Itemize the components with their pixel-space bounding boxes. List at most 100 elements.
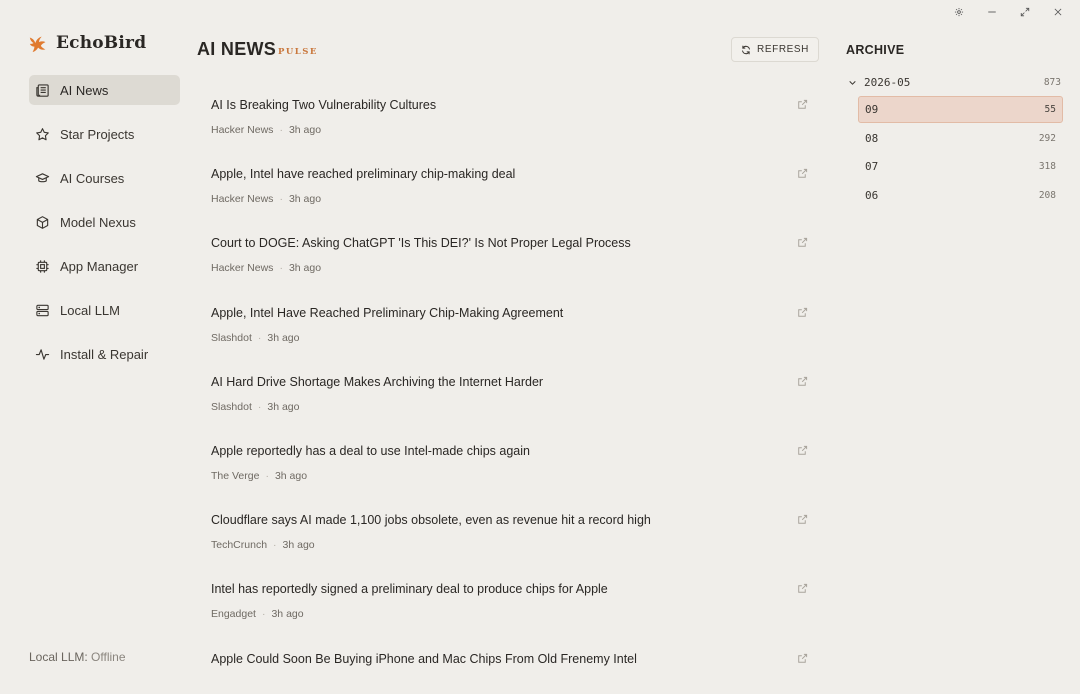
- news-meta: Hacker News · 3h ago: [211, 262, 322, 275]
- brand: EchoBird: [28, 32, 146, 54]
- bird-logo-icon: [29, 36, 46, 53]
- refresh-button[interactable]: REFRESH: [731, 37, 819, 62]
- external-link-icon[interactable]: [797, 376, 808, 387]
- sidebar-item-label: App Manager: [60, 258, 139, 274]
- news-source: Slashdot: [211, 400, 252, 413]
- sidebar-item-label: Star Projects: [60, 126, 135, 142]
- archive-month-list: 09 55 08 292 07 318 06 208: [858, 96, 1063, 210]
- news-item[interactable]: AI Is Breaking Two Vulnerability Culture…: [197, 84, 822, 153]
- page-title: AI NEWS: [197, 39, 277, 59]
- archive-month-item[interactable]: 07 318: [858, 153, 1063, 180]
- news-title[interactable]: Cloudflare says AI made 1,100 jobs obsol…: [211, 513, 651, 527]
- refresh-label: REFRESH: [757, 44, 809, 55]
- news-item[interactable]: Apple, Intel Have Reached Preliminary Ch…: [197, 292, 822, 361]
- archive-year-toggle[interactable]: 2026-05 873: [848, 74, 1061, 90]
- external-link-icon[interactable]: [797, 237, 808, 248]
- refresh-icon: [742, 45, 750, 54]
- sidebar-item-label: Install & Repair: [60, 346, 149, 362]
- news-meta: Slashdot · 3h ago: [211, 400, 300, 413]
- chip-icon: [36, 259, 49, 273]
- news-time: 3h ago: [274, 469, 308, 482]
- activity-icon: [35, 348, 50, 360]
- status-label: Local LLM:: [29, 650, 88, 664]
- news-meta: Hacker News · 3h ago: [211, 193, 322, 206]
- sidebar-item-ai-courses[interactable]: AI Courses: [29, 163, 180, 193]
- external-link-icon[interactable]: [797, 307, 808, 318]
- news-title[interactable]: Apple reportedly has a deal to use Intel…: [211, 444, 530, 458]
- server-icon: [36, 304, 49, 316]
- news-title[interactable]: Apple, Intel Have Reached Preliminary Ch…: [211, 306, 563, 320]
- news-title[interactable]: Intel has reportedly signed a preliminar…: [211, 582, 608, 596]
- news-item[interactable]: Court to DOGE: Asking ChatGPT 'Is This D…: [197, 222, 822, 291]
- archive-panel: ARCHIVE 2026-05 873 09 55 08 292 07 318 …: [846, 0, 1066, 694]
- archive-year-count: 873: [1043, 76, 1061, 88]
- news-title[interactable]: AI Hard Drive Shortage Makes Archiving t…: [211, 375, 543, 389]
- news-time: 3h ago: [288, 124, 322, 136]
- news-time: 3h ago: [288, 262, 322, 275]
- news-meta: The Verge · 3h ago: [211, 469, 308, 482]
- sidebar-nav: AI News Star Projects AI Courses Model N…: [29, 75, 180, 383]
- news-item[interactable]: AI Hard Drive Shortage Makes Archiving t…: [197, 361, 822, 430]
- news-time: 3h ago: [267, 331, 300, 344]
- news-title[interactable]: Apple, Intel have reached preliminary ch…: [211, 167, 515, 181]
- news-time: 3h ago: [271, 608, 304, 621]
- main-header: AI NEWS PULSE REFRESH: [197, 37, 822, 64]
- sidebar-item-star-projects[interactable]: Star Projects: [29, 119, 180, 149]
- sidebar-item-model-nexus[interactable]: Model Nexus: [29, 207, 180, 237]
- news-item[interactable]: Apple Could Soon Be Buying iPhone and Ma…: [197, 638, 822, 694]
- archive-month-label: 07: [865, 160, 879, 173]
- external-link-icon[interactable]: [797, 99, 808, 110]
- archive-month-count: 208: [1038, 189, 1056, 201]
- news-item[interactable]: Intel has reportedly signed a preliminar…: [197, 568, 822, 637]
- external-link-icon[interactable]: [797, 445, 808, 456]
- sidebar-item-label: Model Nexus: [60, 214, 136, 230]
- archive-month-item[interactable]: 06 208: [858, 182, 1063, 209]
- news-title[interactable]: Court to DOGE: Asking ChatGPT 'Is This D…: [211, 236, 631, 250]
- star-icon: [36, 127, 49, 140]
- news-time: 3h ago: [288, 193, 322, 206]
- news-meta: Hacker News · 3h ago: [211, 124, 322, 136]
- archive-month-label: 06: [865, 188, 879, 202]
- archive-month-label: 09: [865, 103, 879, 116]
- sidebar-item-local-llm[interactable]: Local LLM: [29, 295, 180, 325]
- sidebar-item-label: Local LLM: [60, 302, 120, 318]
- external-link-icon[interactable]: [797, 514, 808, 525]
- external-link-icon[interactable]: [797, 653, 808, 664]
- news-source: Slashdot: [211, 331, 252, 344]
- news-item[interactable]: Cloudflare says AI made 1,100 jobs obsol…: [197, 499, 822, 568]
- news-meta: Slashdot · 3h ago: [211, 331, 300, 344]
- news-source: Engadget: [211, 608, 256, 621]
- app-name: EchoBird: [56, 33, 147, 53]
- news-source: Hacker News: [211, 262, 274, 275]
- archive-month-item[interactable]: 09 55: [858, 96, 1063, 123]
- archive-month-item[interactable]: 08 292: [858, 125, 1063, 152]
- news-source: TechCrunch: [211, 539, 268, 552]
- news-source: Hacker News: [211, 193, 274, 206]
- sidebar-item-install-repair[interactable]: Install & Repair: [29, 339, 180, 369]
- news-item[interactable]: Apple, Intel have reached preliminary ch…: [197, 153, 822, 222]
- external-link-icon[interactable]: [797, 583, 808, 594]
- news-meta: TechCrunch · 3h ago: [211, 539, 315, 552]
- news-meta: Engadget · 3h ago: [211, 608, 304, 621]
- sidebar-item-ai-news[interactable]: AI News: [29, 75, 180, 105]
- news-title[interactable]: Apple Could Soon Be Buying iPhone and Ma…: [211, 652, 637, 666]
- news-source: The Verge: [211, 469, 260, 482]
- archive-title: ARCHIVE: [846, 43, 905, 57]
- external-link-icon[interactable]: [797, 168, 808, 179]
- news-time: 3h ago: [282, 539, 315, 552]
- archive-month-count: 292: [1038, 132, 1056, 144]
- news-list: AI Is Breaking Two Vulnerability Culture…: [197, 84, 822, 694]
- sidebar-item-app-manager[interactable]: App Manager: [29, 251, 180, 281]
- archive-month-label: 08: [865, 131, 879, 145]
- page-subtitle: PULSE: [278, 47, 318, 57]
- status-value: Offline: [91, 650, 126, 664]
- news-source: Hacker News: [211, 124, 274, 136]
- newspaper-icon: [36, 83, 49, 97]
- sidebar-item-label: AI Courses: [60, 170, 125, 186]
- archive-month-count: 55: [1044, 104, 1056, 115]
- news-title[interactable]: AI Is Breaking Two Vulnerability Culture…: [211, 98, 436, 112]
- news-item[interactable]: Apple reportedly has a deal to use Intel…: [197, 430, 822, 499]
- chevron-down-icon: [849, 80, 856, 85]
- sidebar-item-label: AI News: [60, 82, 109, 98]
- local-llm-status: Local LLM: Offline: [29, 650, 126, 664]
